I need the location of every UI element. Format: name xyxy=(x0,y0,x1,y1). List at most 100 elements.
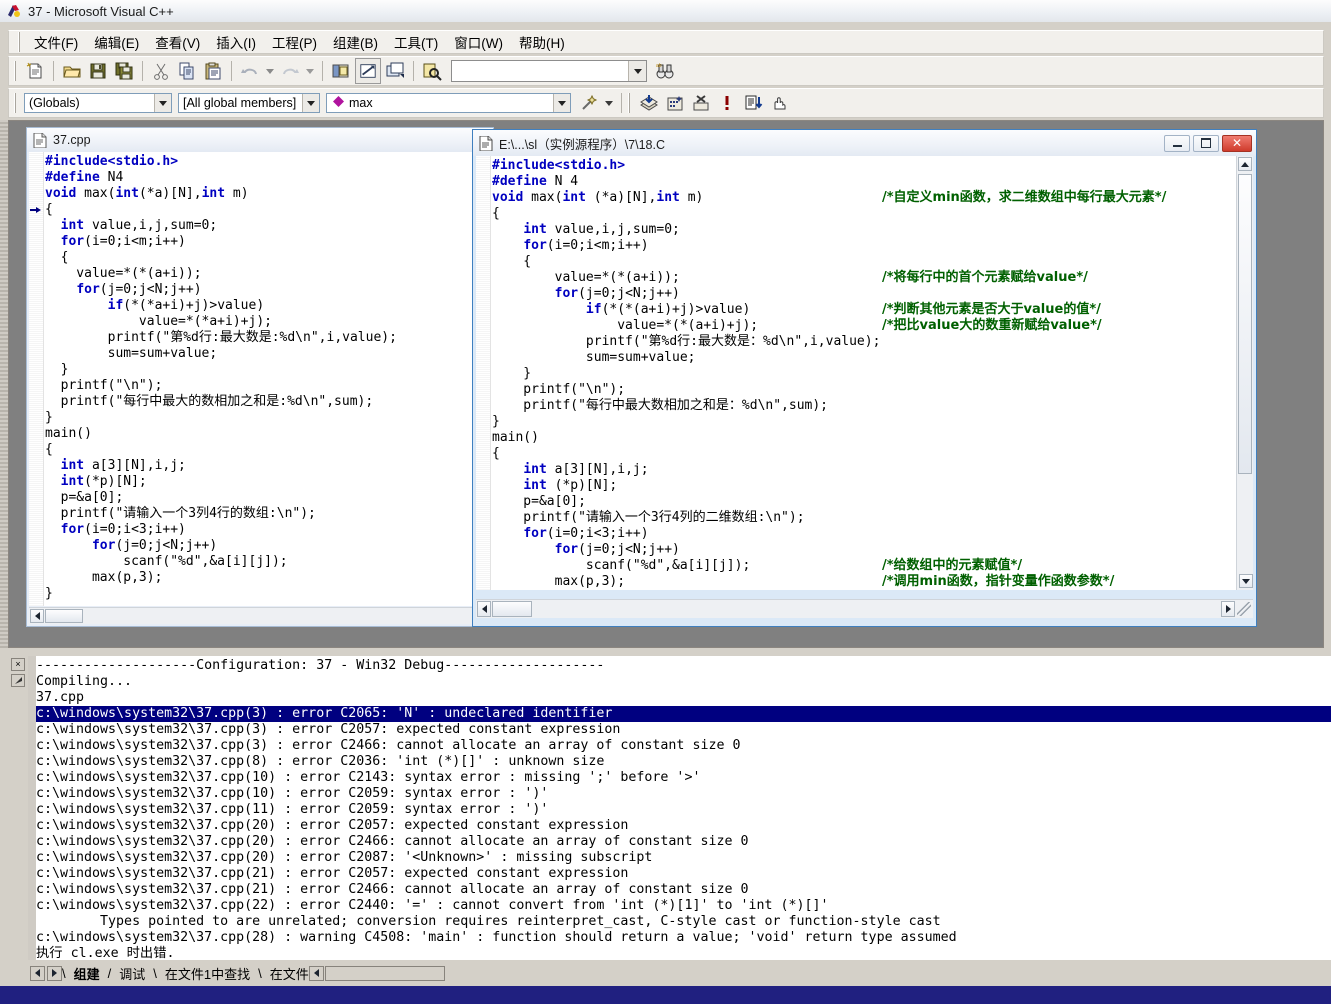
menu-view[interactable]: 查看(V) xyxy=(147,30,208,54)
menu-project[interactable]: 工程(P) xyxy=(264,30,325,54)
menu-tools[interactable]: 工具(T) xyxy=(386,30,446,54)
save-all-icon[interactable] xyxy=(112,59,136,83)
editor-right-vscrollbar[interactable] xyxy=(1236,156,1253,590)
output-line[interactable]: 37.cpp xyxy=(36,690,1331,706)
editor-window-18c[interactable]: E:\...\sl（实例源程序）\7\18.C ✕ #include<stdio… xyxy=(472,129,1257,627)
output-line[interactable]: c:\windows\system32\37.cpp(20) : error C… xyxy=(36,834,1331,850)
undo-dropdown-icon[interactable] xyxy=(264,59,276,83)
tab-find-in-files-1[interactable]: 在文件1中查找 xyxy=(157,964,258,983)
output-text[interactable]: --------------------Configuration: 37 - … xyxy=(36,656,1331,960)
find-input[interactable] xyxy=(452,61,629,81)
members-combo[interactable]: [All global members] xyxy=(178,93,320,113)
output-line[interactable]: Types pointed to are unrelated; conversi… xyxy=(36,914,1331,930)
open-file-icon[interactable] xyxy=(60,59,84,83)
symbol-combo[interactable]: max xyxy=(326,93,571,113)
menu-window[interactable]: 窗口(W) xyxy=(446,30,511,54)
build-icon[interactable] xyxy=(663,91,687,115)
output-line[interactable]: c:\windows\system32\37.cpp(20) : error C… xyxy=(36,818,1331,834)
tab-build[interactable]: 组建 xyxy=(66,964,108,983)
hscroll-thumb[interactable] xyxy=(45,609,83,623)
output-line[interactable]: Compiling... xyxy=(36,674,1331,690)
window-list-icon[interactable] xyxy=(383,59,407,83)
vscroll-thumb[interactable] xyxy=(1238,174,1252,474)
output-line[interactable]: c:\windows\system32\37.cpp(28) : warning… xyxy=(36,930,1331,946)
editor-window-37cpp-titlebar[interactable]: 37.cpp xyxy=(27,128,493,152)
output-line-selected[interactable]: c:\windows\system32\37.cpp(3) : error C2… xyxy=(36,706,1331,722)
close-icon[interactable]: ✕ xyxy=(1222,134,1252,152)
tab-overflow-button[interactable] xyxy=(308,965,324,981)
dock-icon[interactable] xyxy=(11,674,25,687)
compile-icon[interactable] xyxy=(637,91,661,115)
menu-edit[interactable]: 编辑(E) xyxy=(86,30,147,54)
symbol-combo-arrow[interactable] xyxy=(553,94,570,112)
editor-window-18c-code[interactable]: #include<stdio.h> #define N 4 void max(int… xyxy=(476,156,1253,590)
output-line[interactable]: c:\windows\system32\37.cpp(22) : error C… xyxy=(36,898,1331,914)
output-line[interactable]: c:\windows\system32\37.cpp(8) : error C2… xyxy=(36,754,1331,770)
output-window-icon[interactable] xyxy=(355,58,381,84)
hscroll-left-button[interactable] xyxy=(30,609,44,623)
code-line: void max(int (*a)[N],int m) /*自定义min函数，求二… xyxy=(492,190,1166,206)
editor-window-37cpp[interactable]: 37.cpp #include<stdio.h> #define N4 void m… xyxy=(26,127,494,627)
code-line: p=&a[0]; xyxy=(492,494,880,510)
output-line[interactable]: c:\windows\system32\37.cpp(21) : error C… xyxy=(36,866,1331,882)
resize-grip[interactable] xyxy=(1237,602,1251,616)
tab-debug[interactable]: 调试 xyxy=(111,964,153,983)
vcpp-icon xyxy=(6,3,22,19)
binoculars-icon[interactable]: ab xyxy=(653,59,677,83)
wizardbar-grip[interactable] xyxy=(14,93,18,113)
output-line[interactable]: c:\windows\system32\37.cpp(10) : error C… xyxy=(36,770,1331,786)
menu-insert[interactable]: 插入(I) xyxy=(208,30,264,54)
output-line[interactable]: c:\windows\system32\37.cpp(3) : error C2… xyxy=(36,722,1331,738)
find-combo[interactable] xyxy=(451,60,647,82)
find-combo-arrow[interactable] xyxy=(628,61,646,81)
new-file-icon[interactable] xyxy=(23,59,47,83)
output-line[interactable]: c:\windows\system32\37.cpp(10) : error C… xyxy=(36,786,1331,802)
find-in-files-icon[interactable] xyxy=(420,59,444,83)
tab-scroll-right-button[interactable] xyxy=(47,965,62,981)
output-line[interactable]: 执行 cl.exe 时出错. xyxy=(36,946,1331,960)
output-line[interactable]: c:\windows\system32\37.cpp(11) : error C… xyxy=(36,802,1331,818)
toolbar-grip[interactable] xyxy=(14,61,18,81)
save-icon[interactable] xyxy=(86,59,110,83)
maximize-icon[interactable] xyxy=(1193,134,1219,152)
toolbar-separator xyxy=(231,61,232,81)
redo-icon[interactable] xyxy=(278,59,302,83)
globals-combo-arrow[interactable] xyxy=(154,94,171,112)
buildbar-grip[interactable] xyxy=(628,93,632,113)
wizard-dropdown-icon[interactable] xyxy=(603,91,615,115)
tab-scroll-left-button[interactable] xyxy=(30,965,45,981)
cut-icon[interactable] xyxy=(149,59,173,83)
wizard-wand-icon[interactable] xyxy=(577,91,601,115)
hand-icon[interactable] xyxy=(767,91,791,115)
vscroll-up-button[interactable] xyxy=(1238,157,1252,171)
workspace-icon[interactable] xyxy=(329,59,353,83)
menu-file[interactable]: 文件(F) xyxy=(26,30,86,54)
paste-icon[interactable] xyxy=(201,59,225,83)
minimize-icon[interactable] xyxy=(1164,134,1190,152)
globals-combo[interactable]: (Globals) xyxy=(24,93,172,113)
editor-left-hscrollbar[interactable] xyxy=(29,607,491,624)
hscroll-left-button-right-editor[interactable] xyxy=(477,601,491,617)
insert-breakpoint-icon[interactable] xyxy=(715,91,739,115)
go-icon[interactable] xyxy=(741,91,765,115)
stop-build-icon[interactable] xyxy=(689,91,713,115)
vscroll-down-button[interactable] xyxy=(1239,574,1253,588)
menu-help[interactable]: 帮助(H) xyxy=(511,30,573,54)
output-line[interactable]: c:\windows\system32\37.cpp(20) : error C… xyxy=(36,850,1331,866)
hscroll-thumb-right-editor[interactable] xyxy=(492,601,532,617)
output-line[interactable]: c:\windows\system32\37.cpp(3) : error C2… xyxy=(36,738,1331,754)
members-combo-arrow[interactable] xyxy=(302,94,319,112)
editor-window-18c-titlebar[interactable]: E:\...\sl（实例源程序）\7\18.C ✕ xyxy=(473,130,1256,156)
close-output-icon[interactable]: × xyxy=(11,658,25,671)
hscroll-right-button-right-editor[interactable] xyxy=(1221,601,1235,617)
menu-build[interactable]: 组建(B) xyxy=(325,30,386,54)
tab-find-in-files-2[interactable]: 在文件 xyxy=(262,964,309,983)
editor-window-37cpp-code[interactable]: #include<stdio.h> #define N4 void max(int(… xyxy=(29,152,491,606)
output-line[interactable]: --------------------Configuration: 37 - … xyxy=(36,658,1331,674)
copy-icon[interactable] xyxy=(175,59,199,83)
editor-right-hscrollbar[interactable] xyxy=(476,599,1253,618)
menu-grip[interactable] xyxy=(18,32,22,52)
redo-dropdown-icon[interactable] xyxy=(304,59,316,83)
undo-icon[interactable] xyxy=(238,59,262,83)
output-line[interactable]: c:\windows\system32\37.cpp(21) : error C… xyxy=(36,882,1331,898)
